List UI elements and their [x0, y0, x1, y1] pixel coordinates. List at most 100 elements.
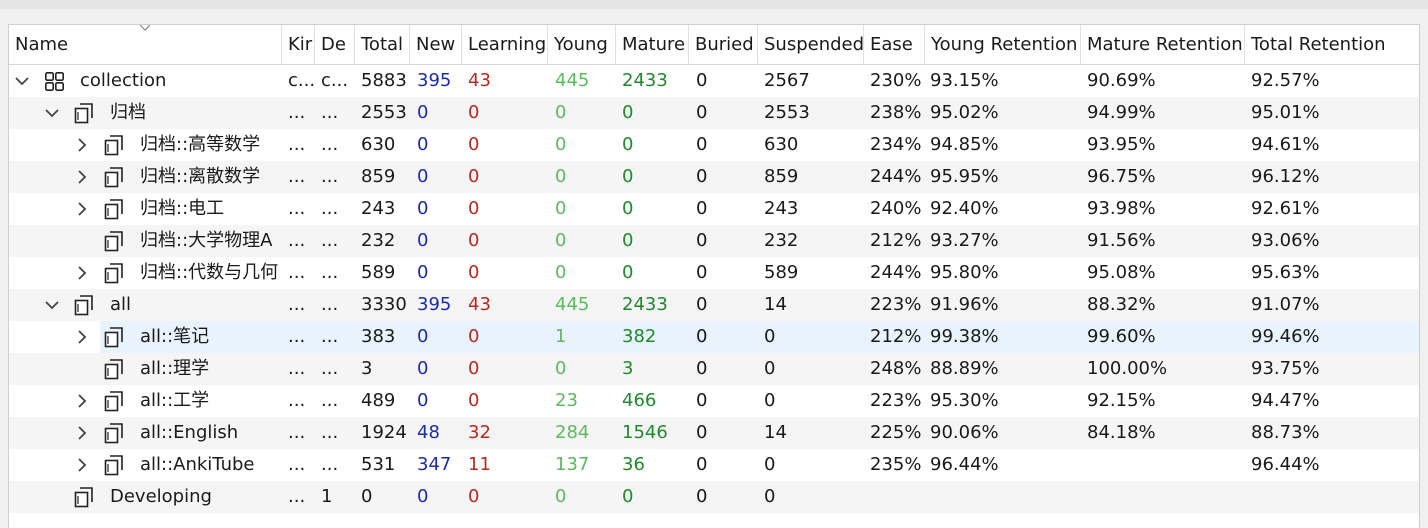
- cell-mature-ret: 88.32%: [1087, 294, 1156, 315]
- cell-kind: ...: [288, 294, 306, 315]
- cell-young: 0: [555, 358, 567, 379]
- column-header-total-retention[interactable]: Total Retention: [1245, 25, 1419, 64]
- deck-icon: [104, 327, 123, 348]
- cell-desc: ...: [321, 294, 339, 315]
- cell-learning: 0: [468, 390, 480, 411]
- deck-row-归档[interactable]: 归档...... 2553 0 0 0 0 0 2553 238% 95.02% 94.99% 95.…: [9, 97, 1419, 129]
- column-header-young-retention[interactable]: Young Retention: [925, 25, 1081, 64]
- cell-total-ret: 92.61%: [1251, 198, 1320, 219]
- cell-young-ret: 95.95%: [930, 166, 999, 187]
- cell-suspended: 14: [764, 294, 787, 315]
- deck-name: 归档::电工: [140, 198, 225, 219]
- deck-row-归档-高等数学[interactable]: 归档::高等数学...... 630 0 0 0 0 0 630 234% 94.85% 93.95…: [9, 129, 1419, 161]
- column-header-desc[interactable]: De: [315, 25, 355, 64]
- cell-learning: 43: [468, 294, 491, 315]
- cell-mature: 2433: [622, 294, 668, 315]
- column-header-total[interactable]: Total: [355, 25, 410, 64]
- chevron-down-icon[interactable]: [14, 73, 30, 89]
- cell-young: 23: [555, 390, 578, 411]
- cell-ease: 212%: [870, 326, 922, 347]
- cell-suspended: 0: [764, 454, 776, 475]
- collection-icon: [44, 71, 65, 92]
- column-header-buried[interactable]: Buried: [689, 25, 758, 64]
- deck-name: collection: [80, 70, 167, 91]
- cell-total-ret: 94.61%: [1251, 134, 1320, 155]
- chevron-down-icon[interactable]: [44, 297, 60, 313]
- deck-row-collection[interactable]: collection c... c... 5883 395 43 445 2433 0 2567 2…: [9, 65, 1419, 97]
- cell-total: 489: [361, 390, 396, 411]
- cell-kind: c...: [288, 70, 316, 91]
- cell-new: 48: [417, 422, 440, 443]
- cell-buried: 0: [696, 198, 708, 219]
- cell-total-ret: 92.57%: [1251, 70, 1320, 91]
- deck-row-developing[interactable]: Developing... 1 0 0 0 0 0 0 0: [9, 481, 1419, 513]
- chevron-right-icon[interactable]: [74, 201, 90, 217]
- deck-icon: [104, 423, 123, 444]
- deck-row-归档-离散数学[interactable]: 归档::离散数学...... 859 0 0 0 0 0 859 244% 95.95% 96.75…: [9, 161, 1419, 193]
- deck-row-all-理学[interactable]: all::理学...... 3 0 0 0 3 0 0 248% 88.89% 100.00% 93.…: [9, 353, 1419, 385]
- chevron-down-icon[interactable]: [44, 105, 60, 121]
- cell-desc: ...: [321, 134, 339, 155]
- cell-buried: 0: [696, 294, 708, 315]
- cell-young-ret: 92.40%: [930, 198, 999, 219]
- cell-new: 0: [417, 134, 429, 155]
- deck-row-all-english[interactable]: all::English...... 1924 48 32 284 1546 0 14 225%…: [9, 417, 1419, 449]
- deck-name: all::工学: [140, 390, 210, 411]
- deck-row-all-ankitube[interactable]: all::AnkiTube...... 531 347 11 137 36 0 0 235% 96…: [9, 449, 1419, 481]
- cell-kind: ...: [288, 422, 306, 443]
- cell-desc: ...: [321, 166, 339, 187]
- cell-learning: 0: [468, 358, 480, 379]
- cell-total: 1924: [361, 422, 407, 443]
- chevron-right-icon[interactable]: [74, 169, 90, 185]
- cell-young: 0: [555, 486, 567, 507]
- cell-total-ret: 88.73%: [1251, 422, 1320, 443]
- deck-icon: [104, 135, 123, 156]
- chevron-right-icon[interactable]: [74, 265, 90, 281]
- chevron-right-icon[interactable]: [74, 329, 90, 345]
- cell-buried: 0: [696, 454, 708, 475]
- cell-suspended: 2567: [764, 70, 810, 91]
- chevron-right-icon[interactable]: [74, 425, 90, 441]
- deck-row-all-笔记[interactable]: all::笔记...... 383 0 0 1 382 0 0 212% 99.38% 99.60%…: [9, 321, 1419, 353]
- cell-kind: ...: [288, 358, 306, 379]
- column-header-kind[interactable]: Kir: [282, 25, 315, 64]
- cell-total-ret: 95.63%: [1251, 262, 1320, 283]
- cell-total: 232: [361, 230, 396, 251]
- cell-desc: ...: [321, 198, 339, 219]
- cell-mature: 36: [622, 454, 645, 475]
- cell-mature-ret: 93.95%: [1087, 134, 1156, 155]
- column-header-learning[interactable]: Learning: [462, 25, 548, 64]
- cell-desc: ...: [321, 230, 339, 251]
- deck-row-归档-大学物理a[interactable]: 归档::大学物理A...... 232 0 0 0 0 0 232 212% 93.27% 91.5…: [9, 225, 1419, 257]
- cell-learning: 0: [468, 262, 480, 283]
- column-header-new[interactable]: New: [410, 25, 462, 64]
- column-header-suspended[interactable]: Suspended: [758, 25, 864, 64]
- deck-icon: [104, 231, 123, 252]
- table-header: Name Kir De Total New Learning Young Mat…: [9, 25, 1419, 65]
- deck-row-归档-代数与几何[interactable]: 归档::代数与几何...... 589 0 0 0 0 0 589 244% 95.80% 95.0…: [9, 257, 1419, 289]
- deck-name: 归档::大学物理A: [140, 230, 273, 251]
- column-header-young[interactable]: Young: [548, 25, 616, 64]
- cell-total: 5883: [361, 70, 407, 91]
- deck-row-归档-电工[interactable]: 归档::电工...... 243 0 0 0 0 0 243 240% 92.40% 93.98% 9…: [9, 193, 1419, 225]
- chevron-right-icon[interactable]: [74, 393, 90, 409]
- column-header-mature-retention[interactable]: Mature Retention: [1081, 25, 1245, 64]
- deck-row-all-工学[interactable]: all::工学...... 489 0 0 23 466 0 0 223% 95.30% 92.15…: [9, 385, 1419, 417]
- cell-buried: 0: [696, 262, 708, 283]
- column-header-ease[interactable]: Ease: [864, 25, 925, 64]
- deck-icon: [104, 199, 123, 220]
- cell-young: 0: [555, 230, 567, 251]
- cell-desc: ...: [321, 454, 339, 475]
- cell-mature: 0: [622, 198, 634, 219]
- cell-young: 1: [555, 326, 567, 347]
- cell-desc: ...: [321, 358, 339, 379]
- cell-young-ret: 95.80%: [930, 262, 999, 283]
- chevron-right-icon[interactable]: [74, 137, 90, 153]
- deck-tree-table[interactable]: Name Kir De Total New Learning Young Mat…: [8, 24, 1420, 528]
- deck-icon: [104, 359, 123, 380]
- column-header-mature[interactable]: Mature: [616, 25, 689, 64]
- cell-desc: ...: [321, 390, 339, 411]
- chevron-right-icon[interactable]: [74, 457, 90, 473]
- cell-total-ret: 96.12%: [1251, 166, 1320, 187]
- deck-row-all[interactable]: all...... 3330 395 43 445 2433 0 14 223% 91.96% 88…: [9, 289, 1419, 321]
